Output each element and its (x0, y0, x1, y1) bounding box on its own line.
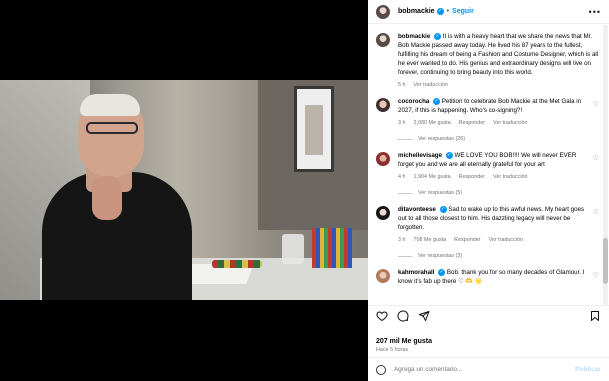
comment-icon[interactable] (397, 310, 409, 322)
bookmark-icon[interactable] (589, 310, 601, 322)
reply-button[interactable]: Responder (459, 173, 485, 182)
photo-frame (294, 86, 334, 172)
comment-item: cocorocha ✓ Petition to celebrate Bob Ma… (376, 97, 599, 144)
comment-heart-icon[interactable]: ♡ (592, 272, 599, 286)
view-replies[interactable]: Ver respuestas (5) (398, 189, 588, 198)
commenter-avatar[interactable] (376, 152, 390, 166)
verified-badge-icon: ✓ (433, 97, 441, 105)
post-actions (368, 305, 609, 325)
verified-badge-icon: ✓ (439, 205, 447, 213)
author-avatar[interactable] (376, 4, 390, 19)
comment-body: ditavonteese ✓ Sad to wake up to this aw… (398, 205, 588, 261)
comment-item: kahmorahall ✓ Bob. thank you for so many… (376, 268, 599, 286)
comment-likes[interactable]: 2,080 Me gusta (414, 119, 451, 128)
verified-badge-icon: ✓ (434, 32, 442, 40)
comment-composer: Publicar (368, 357, 609, 381)
comment-item: michellevisage ✓ WE LOVE YOU BOB!!!! We … (376, 151, 599, 198)
publish-button[interactable]: Publicar (575, 366, 601, 373)
translate-link[interactable]: Ver traducción (489, 236, 523, 245)
post-media (0, 0, 368, 381)
commenter-username[interactable]: kahmorahall (398, 269, 434, 276)
photo-person-hand (92, 176, 122, 220)
commenter-avatar[interactable] (376, 269, 390, 283)
commenter-avatar[interactable] (376, 98, 390, 112)
comment-time: 4 h (398, 174, 406, 180)
view-replies[interactable]: Ver respuestas (3) (398, 252, 588, 261)
commenter-username[interactable]: michellevisage (398, 152, 442, 159)
post-caption: bobmackie ✓ It is with a heavy heart tha… (376, 32, 599, 90)
separator-dot: • (446, 8, 450, 15)
posted-ago: Hace 5 horas (376, 347, 409, 353)
emoji-icon[interactable] (376, 364, 386, 375)
photo-cup (282, 234, 304, 264)
photo-person-hair (80, 94, 140, 116)
caption-username[interactable]: bobmackie (398, 33, 430, 40)
commenter-username[interactable]: cocorocha (398, 98, 429, 105)
comment-input[interactable] (394, 366, 575, 373)
comment-likes[interactable]: 708 Me gusta (414, 236, 447, 245)
post-photo[interactable] (0, 80, 368, 300)
comment-time: 3 h (398, 120, 406, 126)
caption-body: bobmackie ✓ It is with a heavy heart tha… (398, 32, 599, 90)
comment-body: michellevisage ✓ WE LOVE YOU BOB!!!! We … (398, 151, 588, 198)
post-header: bobmackie ✓ • Seguir ••• (368, 0, 609, 24)
photo-frame-art (305, 105, 323, 155)
comments-list[interactable]: bobmackie ✓ It is with a heavy heart tha… (368, 25, 609, 306)
photo-markers (212, 260, 262, 268)
reply-button[interactable]: Responder (459, 119, 485, 128)
comment-heart-icon[interactable]: ♡ (592, 209, 599, 261)
translate-link[interactable]: Ver traducción (493, 119, 527, 128)
caption-translate-link[interactable]: Ver traducción (414, 81, 448, 90)
follow-button[interactable]: Seguir (452, 8, 474, 15)
verified-badge-icon: ✓ (438, 268, 446, 276)
instagram-post-modal: bobmackie ✓ • Seguir ••• bobmackie ✓ It … (0, 0, 609, 381)
comment-body: cocorocha ✓ Petition to celebrate Bob Ma… (398, 97, 588, 144)
caption-meta: 5 h Ver traducción (398, 81, 599, 90)
author-username[interactable]: bobmackie (398, 8, 435, 15)
reply-button[interactable]: Responder (454, 236, 480, 245)
comment-heart-icon[interactable]: ♡ (592, 155, 599, 198)
comment-meta: 3 h 708 Me gusta Responder Ver traducció… (398, 236, 588, 245)
replies-line (398, 139, 412, 140)
comment-item: ditavonteese ✓ Sad to wake up to this aw… (376, 205, 599, 261)
caption-time: 5 h (398, 82, 406, 88)
photo-person-glasses (86, 122, 138, 134)
view-replies-label[interactable]: Ver respuestas (26) (418, 135, 465, 144)
comment-likes[interactable]: 1,904 Me gusta (414, 173, 451, 182)
share-icon[interactable] (418, 310, 430, 322)
replies-line (398, 193, 412, 194)
comment-body: kahmorahall ✓ Bob. thank you for so many… (398, 268, 588, 286)
view-replies[interactable]: Ver respuestas (26) (398, 135, 588, 144)
post-side-panel: bobmackie ✓ • Seguir ••• bobmackie ✓ It … (368, 0, 609, 381)
comment-meta: 3 h 2,080 Me gusta Responder Ver traducc… (398, 119, 588, 128)
commenter-avatar[interactable] (376, 206, 390, 220)
heart-icon[interactable] (376, 310, 388, 322)
photo-pencils (312, 228, 352, 268)
view-replies-label[interactable]: Ver respuestas (3) (418, 252, 462, 261)
commenter-username[interactable]: ditavonteese (398, 206, 436, 213)
likes-count[interactable]: 207 mil Me gusta (376, 338, 432, 345)
verified-badge-icon: ✓ (445, 151, 453, 159)
view-replies-label[interactable]: Ver respuestas (5) (418, 189, 462, 198)
more-options-icon[interactable]: ••• (589, 7, 601, 17)
author-avatar[interactable] (376, 33, 390, 47)
translate-link[interactable]: Ver traducción (493, 173, 527, 182)
comment-meta: 4 h 1,904 Me gusta Responder Ver traducc… (398, 173, 588, 182)
replies-line (398, 256, 412, 257)
comments-scrollbar-thumb[interactable] (603, 238, 608, 284)
comment-time: 3 h (398, 237, 406, 243)
comment-heart-icon[interactable]: ♡ (592, 101, 599, 144)
verified-badge-icon: ✓ (436, 8, 444, 15)
